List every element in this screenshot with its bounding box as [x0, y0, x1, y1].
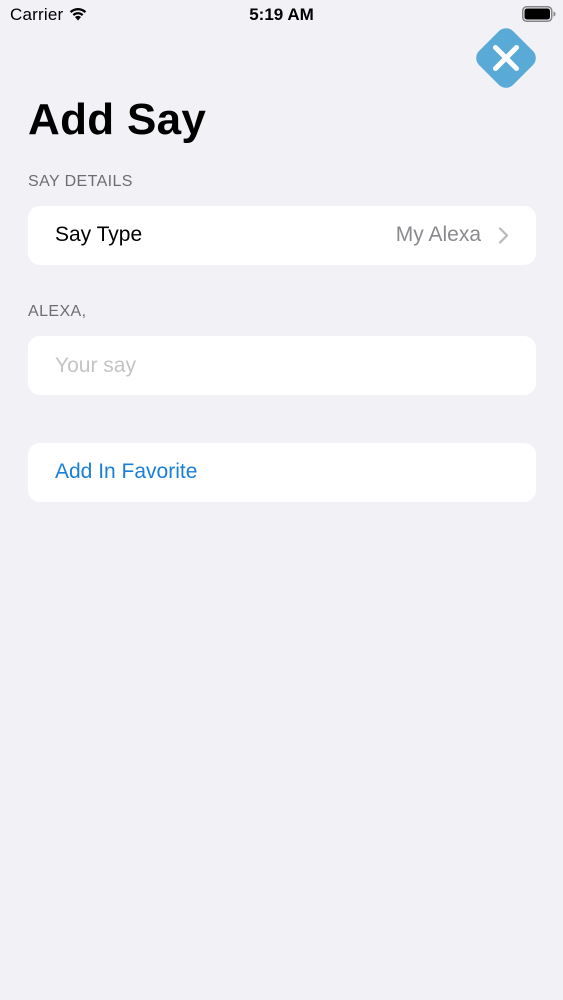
- battery-icon: [522, 6, 556, 22]
- add-favorite-label: Add In Favorite: [55, 460, 198, 483]
- chevron-right-icon: [498, 227, 509, 244]
- alexa-section-header: ALEXA,: [28, 303, 87, 320]
- say-input[interactable]: [55, 336, 515, 395]
- say-type-row[interactable]: Say Type My Alexa: [28, 206, 536, 265]
- close-icon: [476, 28, 536, 88]
- page-title: Add Say: [28, 95, 207, 144]
- say-input-card: [28, 336, 536, 395]
- close-button[interactable]: [469, 21, 543, 95]
- say-details-header: SAY DETAILS: [28, 173, 133, 190]
- add-favorite-button[interactable]: Add In Favorite: [28, 443, 536, 502]
- say-type-value: My Alexa: [395, 223, 481, 246]
- say-type-label: Say Type: [55, 223, 143, 246]
